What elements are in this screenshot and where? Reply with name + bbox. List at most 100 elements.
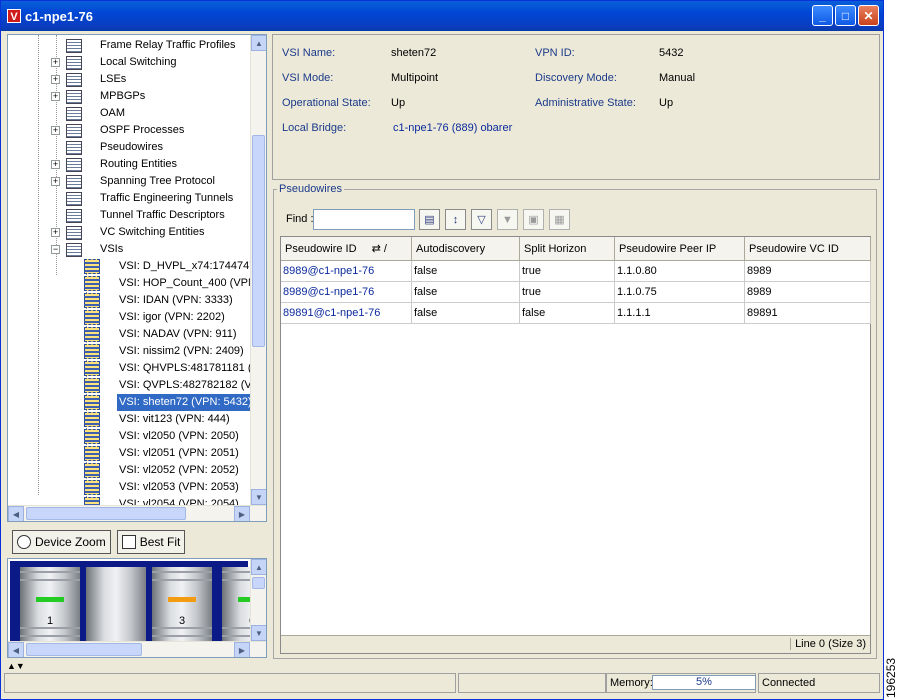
scroll-down-icon[interactable]: ▼ [251, 489, 266, 505]
table-cell[interactable]: 1.1.1.1 [615, 303, 745, 324]
collapse-arrows-icon[interactable]: ▲▼ [7, 661, 25, 671]
tree-item[interactable]: + LSEs [8, 71, 252, 88]
column-header-label: Pseudowire ID [285, 243, 357, 255]
tree-item[interactable]: + Routing Entities [8, 156, 252, 173]
tree-item[interactable]: + VC Switching Entities [8, 224, 252, 241]
device-vertical-scrollbar[interactable]: ▲ ▼ [250, 559, 266, 641]
inventory-tree[interactable]: Frame Relay Traffic Profiles + Local Switc… [7, 34, 267, 522]
title-bar[interactable]: V c1-npe1-76 _ □ ✕ [1, 1, 883, 31]
column-header[interactable]: Split Horizon [520, 237, 615, 261]
vsi-item-label: VSI: vit123 (VPN: 444) [119, 413, 230, 425]
tree-item[interactable]: Traffic Engineering Tunnels [8, 190, 252, 207]
table-cell[interactable]: 89891@c1-npe1-76 [281, 303, 412, 324]
vsi-item[interactable]: VSI: vl2053 (VPN: 2053) [8, 479, 252, 496]
vsi-icon [84, 259, 100, 274]
tree-item[interactable]: + Spanning Tree Protocol [8, 173, 252, 190]
collapse-icon[interactable]: − [51, 245, 60, 254]
tree-item[interactable]: Tunnel Traffic Descriptors [8, 207, 252, 224]
scroll-up-icon[interactable]: ▲ [251, 35, 266, 51]
vsi-item[interactable]: VSI: sheten72 (VPN: 5432) [8, 394, 254, 411]
device-zoom-label: Device Zoom [35, 535, 106, 549]
scroll-right-icon[interactable]: ▶ [234, 642, 250, 657]
column-header[interactable]: Autodiscovery [412, 237, 520, 261]
tree-horizontal-scrollbar[interactable]: ◀ ▶ [8, 505, 266, 521]
filter-icon[interactable]: ▽ [471, 209, 492, 230]
vsi-item[interactable]: VSI: vl2050 (VPN: 2050) [8, 428, 252, 445]
chassis-slot[interactable]: 1 [20, 567, 80, 641]
vsi-item[interactable]: VSI: NADAV (VPN: 911) [8, 326, 252, 343]
column-header-label: Pseudowire Peer IP [619, 243, 717, 255]
expand-icon[interactable]: + [51, 160, 60, 169]
best-fit-label: Best Fit [139, 535, 181, 549]
tree-item[interactable]: + MPBGPs [8, 88, 252, 105]
vsi-item[interactable]: VSI: IDAN (VPN: 3333) [8, 292, 252, 309]
folder-table-icon [66, 192, 82, 206]
expand-icon[interactable]: + [51, 177, 60, 186]
table-cell[interactable]: 8989@c1-npe1-76 [281, 261, 412, 282]
sort-icon[interactable]: ↕ [445, 209, 466, 230]
expand-icon[interactable]: + [51, 58, 60, 67]
vsi-item[interactable]: VSI: vl2052 (VPN: 2052) [8, 462, 252, 479]
scroll-thumb[interactable] [26, 507, 186, 520]
vsi-item-label: VSI: vl2051 (VPN: 2051) [119, 447, 239, 459]
vsi-item[interactable]: VSI: QVPLS:482782182 (VF [8, 377, 258, 394]
vsi-item[interactable]: VSI: nissim2 (VPN: 2409) [8, 343, 252, 360]
table-cell[interactable]: false [412, 261, 520, 282]
minimize-button[interactable]: _ [812, 5, 833, 26]
scroll-thumb[interactable] [26, 643, 142, 656]
vsi-icon [84, 395, 100, 410]
vsi-item[interactable]: VSI: QHVPLS:481781181 (\ [8, 360, 255, 377]
chassis-slot[interactable]: 3 [152, 567, 212, 641]
table-cell[interactable]: 1.1.0.75 [615, 282, 745, 303]
scroll-left-icon[interactable]: ◀ [8, 506, 24, 521]
scroll-right-icon[interactable]: ▶ [234, 506, 250, 521]
column-header[interactable]: Pseudowire Peer IP [615, 237, 745, 261]
tree-item[interactable]: + OSPF Processes [8, 122, 252, 139]
column-header-label: Split Horizon [524, 243, 587, 255]
device-horizontal-scrollbar[interactable]: ◀ ▶ [8, 641, 266, 657]
tree-vertical-scrollbar[interactable]: ▲ ▼ [250, 35, 266, 505]
pseudowires-table[interactable]: Line 0 (Size 3) Pseudowire ID ⇄ / Autodis… [280, 236, 871, 654]
table-cell[interactable]: 1.1.0.80 [615, 261, 745, 282]
device-view[interactable]: 136 ▲ ▼ ◀ ▶ [7, 558, 267, 658]
tree-item[interactable]: OAM [8, 105, 252, 122]
scroll-up-icon[interactable]: ▲ [251, 559, 266, 575]
expand-icon[interactable]: + [51, 75, 60, 84]
expand-icon[interactable]: + [51, 228, 60, 237]
expand-icon[interactable]: + [51, 126, 60, 135]
table-cell[interactable]: 8989@c1-npe1-76 [281, 282, 412, 303]
tree-item[interactable]: + Local Switching [8, 54, 252, 71]
table-cell[interactable]: 8989 [745, 282, 871, 303]
column-header[interactable]: Pseudowire ID ⇄ / [281, 237, 412, 261]
table-cell[interactable]: false [412, 282, 520, 303]
table-properties-icon[interactable]: ▤ [419, 209, 440, 230]
scroll-down-icon[interactable]: ▼ [251, 625, 266, 641]
expand-icon[interactable]: + [51, 92, 60, 101]
table-cell[interactable]: false [520, 303, 615, 324]
device-zoom-button[interactable]: Device Zoom [12, 530, 111, 554]
close-button[interactable]: ✕ [858, 5, 879, 26]
vsi-item[interactable]: VSI: HOP_Count_400 (VPN [8, 275, 256, 292]
table-cell[interactable]: 89891 [745, 303, 871, 324]
column-header[interactable]: Pseudowire VC ID [745, 237, 871, 261]
vsi-item[interactable]: VSI: D_HVPL_x74:1744747 [8, 258, 255, 275]
vsi-item[interactable]: VSI: vit123 (VPN: 444) [8, 411, 252, 428]
folder-table-icon [66, 73, 82, 87]
table-cell[interactable]: true [520, 261, 615, 282]
scroll-left-icon[interactable]: ◀ [8, 642, 24, 657]
find-input[interactable] [313, 209, 415, 230]
scroll-thumb[interactable] [252, 577, 265, 589]
vsi-item[interactable]: VSI: vl2051 (VPN: 2051) [8, 445, 252, 462]
tree-item[interactable]: − VSIs [8, 241, 252, 258]
slot-divider [20, 579, 80, 581]
tree-item[interactable]: Frame Relay Traffic Profiles [8, 37, 252, 54]
maximize-button[interactable]: □ [835, 5, 856, 26]
scroll-thumb[interactable] [252, 135, 265, 347]
table-cell[interactable]: true [520, 282, 615, 303]
table-cell[interactable]: false [412, 303, 520, 324]
tree-item[interactable]: Pseudowires [8, 139, 252, 156]
vsi-item[interactable]: VSI: igor (VPN: 2202) [8, 309, 252, 326]
best-fit-button[interactable]: Best Fit [116, 530, 186, 554]
table-cell[interactable]: 8989 [745, 261, 871, 282]
local-bridge-link[interactable]: c1-npe1-76 (889) obarer [393, 122, 512, 134]
